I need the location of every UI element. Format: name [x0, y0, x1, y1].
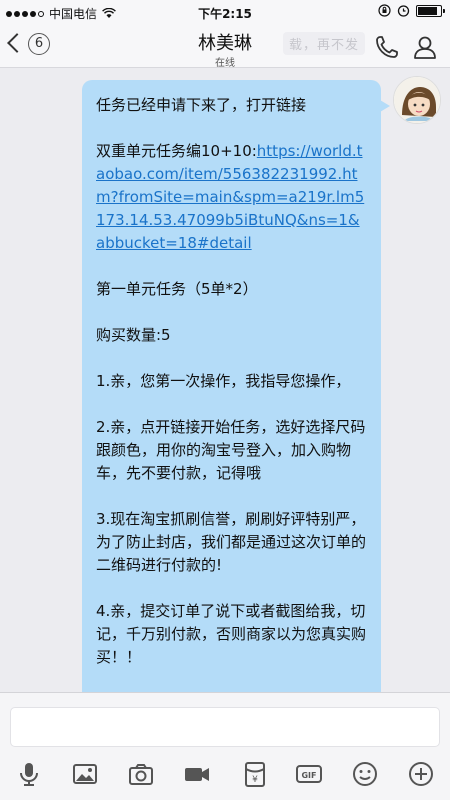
- message-bubble[interactable]: 任务已经申请下来了，打开链接 双重单元任务编10+10:https://worl…: [82, 80, 390, 692]
- red-packet-icon[interactable]: ¥: [240, 759, 270, 789]
- message-step-2: 2.亲，点开链接开始任务，选好选择尺码跟颜色，用你的淘宝号登入，加入购物车，先不…: [96, 418, 366, 482]
- phone-icon[interactable]: [373, 33, 401, 61]
- message-qty: 购买数量:5: [96, 326, 171, 344]
- avatar-illustration: [394, 77, 440, 123]
- status-bar: 中国电信 下午2:15: [0, 0, 450, 24]
- svg-text:¥: ¥: [252, 775, 258, 785]
- emoji-icon[interactable]: [350, 759, 380, 789]
- message-step-1: 1.亲，您第一次操作，我指导您操作，: [96, 372, 351, 390]
- message-input[interactable]: [10, 707, 440, 747]
- input-toolbar: ¥ GIF: [0, 755, 450, 795]
- task-prefix: 双重单元任务编10+10:: [96, 142, 257, 160]
- message-task-line: 双重单元任务编10+10:https://world.taobao.com/it…: [96, 140, 367, 255]
- faded-notification-text: 载，再不发: [283, 32, 366, 55]
- nav-bar: 6 林美琳 在线 载，再不发: [0, 24, 450, 69]
- profile-icon[interactable]: [411, 33, 439, 61]
- gif-icon[interactable]: GIF: [294, 759, 324, 789]
- rotation-lock-icon: [378, 4, 391, 17]
- battery-icon: [416, 4, 445, 17]
- status-right: [378, 4, 445, 17]
- camera-icon[interactable]: [126, 759, 156, 789]
- message-unit: 第一单元任务（5单*2）: [96, 280, 258, 298]
- message-line: 任务已经申请下来了，打开链接: [96, 96, 307, 114]
- message-step-3: 3.现在淘宝抓刷信誉，刷刷好评特别严，为了防止封店，我们都是通过这次订单的二维码…: [96, 510, 367, 574]
- alarm-icon: [397, 5, 410, 17]
- chat-area[interactable]: 任务已经申请下来了，打开链接 双重单元任务编10+10:https://worl…: [0, 68, 450, 692]
- avatar[interactable]: [393, 76, 441, 124]
- image-icon[interactable]: [70, 759, 100, 789]
- message-step-4: 4.亲，提交订单了说下或者截图给我，切记，千万别付款，否则商家以为您真实购买！！: [96, 602, 367, 666]
- video-icon[interactable]: [182, 759, 212, 789]
- plus-icon[interactable]: [406, 759, 436, 789]
- microphone-icon[interactable]: [14, 759, 44, 789]
- svg-text:GIF: GIF: [301, 771, 316, 780]
- input-bar: ¥ GIF: [0, 692, 450, 800]
